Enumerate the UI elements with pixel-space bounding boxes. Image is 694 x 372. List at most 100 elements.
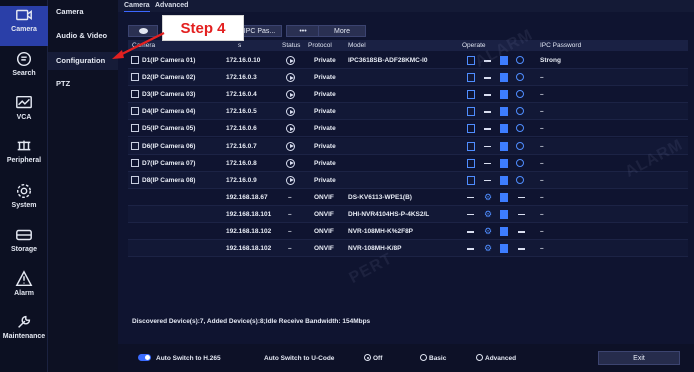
detail-icon[interactable] xyxy=(500,107,508,117)
delete-icon[interactable] xyxy=(484,77,491,79)
rail-item-search[interactable]: Search xyxy=(0,50,48,90)
ucode-basic-label: Basic xyxy=(429,355,447,362)
table-row[interactable]: 192.168.18.67 – ONVIF DS-KV6113-WPE1(B) ⚙ – xyxy=(128,189,688,206)
detail-icon[interactable] xyxy=(500,124,508,134)
delete-icon[interactable] xyxy=(484,145,491,147)
delete-icon[interactable] xyxy=(484,94,491,96)
edit-icon[interactable] xyxy=(467,158,475,168)
rail-item-camera[interactable]: Camera xyxy=(0,6,48,46)
table-row[interactable]: D5(IP Camera 05) 172.16.0.6 Private – xyxy=(128,120,688,138)
row-checkbox[interactable] xyxy=(131,73,139,82)
tab-camera[interactable]: Camera xyxy=(124,0,150,12)
refresh-icon[interactable] xyxy=(516,175,524,184)
play-icon[interactable] xyxy=(286,107,295,117)
row-checkbox[interactable] xyxy=(131,158,139,167)
submenu-ptz[interactable]: PTZ xyxy=(48,75,118,93)
detail-icon[interactable] xyxy=(500,244,508,254)
gear-icon[interactable]: ⚙ xyxy=(484,209,492,219)
refresh-icon[interactable] xyxy=(516,90,524,99)
delete-icon[interactable] xyxy=(484,111,491,113)
empty-icon[interactable] xyxy=(518,231,525,233)
table-row[interactable]: D2(IP Camera 02) 172.16.0.3 Private – xyxy=(128,69,688,87)
row-checkbox[interactable] xyxy=(131,107,139,116)
empty-icon[interactable] xyxy=(518,213,525,216)
play-icon[interactable] xyxy=(286,158,295,168)
table-row[interactable]: D6(IP Camera 06) 172.16.0.7 Private – xyxy=(128,137,688,155)
delete-icon[interactable] xyxy=(484,162,491,165)
submenu-audio-video[interactable]: Audio & Video xyxy=(48,27,118,45)
refresh-icon[interactable] xyxy=(516,107,524,116)
refresh-icon[interactable] xyxy=(516,124,524,133)
delete-icon[interactable] xyxy=(467,248,474,250)
table-row[interactable]: D1(IP Camera 01) 172.16.0.10 Private IPC361… xyxy=(128,52,688,69)
detail-icon[interactable] xyxy=(500,192,508,202)
table-row[interactable]: 192.168.18.102 – ONVIF NVR-108MH-K/8P ⚙ – xyxy=(128,240,688,258)
empty-icon[interactable] xyxy=(518,196,525,199)
edit-icon[interactable] xyxy=(467,124,475,134)
detail-icon[interactable] xyxy=(500,141,508,151)
detail-icon[interactable] xyxy=(500,73,508,83)
row-checkbox[interactable] xyxy=(131,141,139,150)
submenu-configuration[interactable]: Configuration xyxy=(48,52,118,70)
table-row[interactable]: D3(IP Camera 03) 172.16.0.4 Private – xyxy=(128,86,688,104)
exit-button[interactable]: Exit xyxy=(598,351,680,365)
rail-item-maintenance[interactable]: Maintenance xyxy=(0,313,48,353)
detail-icon[interactable] xyxy=(500,209,508,219)
empty-icon[interactable] xyxy=(518,248,525,250)
gear-icon[interactable]: ⚙ xyxy=(484,244,492,253)
protocol-value: Private xyxy=(314,91,336,99)
edit-icon[interactable] xyxy=(467,141,475,151)
rail-item-alarm[interactable]: Alarm xyxy=(0,270,48,310)
ucode-basic-radio[interactable] xyxy=(420,354,427,361)
table-row[interactable]: 192.168.18.101 – ONVIF DHI-NVR4104HS-P-4KS2… xyxy=(128,205,688,223)
refresh-icon[interactable] xyxy=(516,158,524,167)
ip-address: 172.16.0.3 xyxy=(226,74,257,82)
more-options-dots-button[interactable]: ••• xyxy=(286,25,320,37)
row-checkbox[interactable] xyxy=(131,124,139,133)
rail-item-storage[interactable]: Storage xyxy=(0,226,48,266)
gear-icon[interactable]: ⚙ xyxy=(484,227,492,236)
play-icon[interactable] xyxy=(286,56,295,65)
table-row[interactable]: 192.168.18.102 – ONVIF NVR-108MH-K%2F8P ⚙ – xyxy=(128,223,688,240)
delete-icon[interactable] xyxy=(484,128,491,130)
refresh-icon[interactable] xyxy=(516,73,524,82)
table-row[interactable]: D8(IP Camera 08) 172.16.0.9 Private – xyxy=(128,171,688,189)
delete-icon[interactable] xyxy=(467,213,474,216)
rail-item-peripheral[interactable]: Peripheral xyxy=(0,137,48,177)
refresh-icon[interactable] xyxy=(516,56,524,64)
more-button[interactable]: More xyxy=(318,25,366,37)
table-row[interactable]: D4(IP Camera 04) 172.16.0.5 Private – xyxy=(128,103,688,121)
detail-icon[interactable] xyxy=(500,227,508,236)
play-icon[interactable] xyxy=(286,124,295,134)
tab-advanced[interactable]: Advanced xyxy=(155,0,188,12)
play-icon[interactable] xyxy=(286,175,295,185)
edit-icon[interactable] xyxy=(467,175,475,185)
delete-icon[interactable] xyxy=(467,196,474,199)
submenu-camera[interactable]: Camera xyxy=(48,3,118,21)
ucode-advanced-radio[interactable] xyxy=(476,354,483,361)
detail-icon[interactable] xyxy=(500,158,508,168)
protocol-value: ONVIF xyxy=(314,193,334,201)
refresh-icon[interactable] xyxy=(516,141,524,150)
rail-item-vca[interactable]: VCA xyxy=(0,94,48,134)
auto-h265-toggle[interactable] xyxy=(138,354,151,361)
detail-icon[interactable] xyxy=(500,175,508,185)
rail-item-system[interactable]: System xyxy=(0,182,48,222)
delete-icon[interactable] xyxy=(467,231,474,233)
row-checkbox[interactable] xyxy=(131,90,139,99)
edit-icon[interactable] xyxy=(467,73,475,83)
row-checkbox[interactable] xyxy=(131,56,139,64)
play-icon[interactable] xyxy=(286,73,295,83)
view-button[interactable] xyxy=(128,25,158,37)
delete-icon[interactable] xyxy=(484,179,491,182)
detail-icon[interactable] xyxy=(500,90,508,100)
table-row[interactable]: D7(IP Camera 07) 172.16.0.8 Private – xyxy=(128,155,688,172)
gear-icon[interactable]: ⚙ xyxy=(484,192,492,202)
row-checkbox[interactable] xyxy=(131,175,139,184)
edit-icon[interactable] xyxy=(467,90,475,100)
play-icon[interactable] xyxy=(286,141,295,151)
rail-label-alarm: Alarm xyxy=(14,290,34,297)
edit-icon[interactable] xyxy=(467,107,475,117)
ucode-off-radio[interactable] xyxy=(364,354,371,361)
play-icon[interactable] xyxy=(286,90,295,100)
